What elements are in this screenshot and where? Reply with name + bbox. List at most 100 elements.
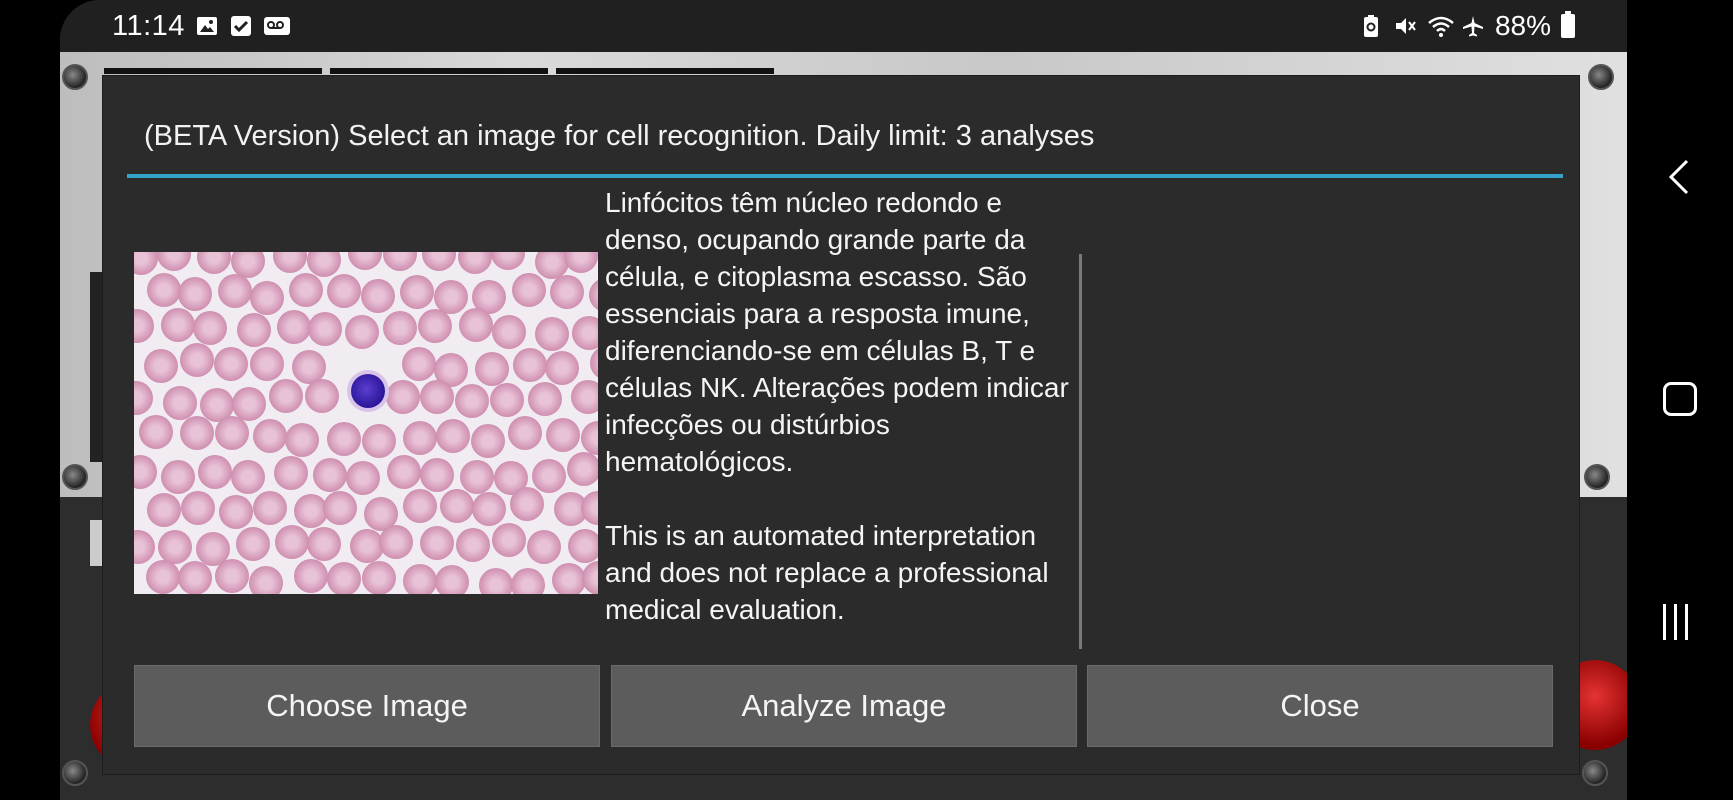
red-blood-cell	[362, 424, 397, 459]
lymphocyte-cell	[351, 374, 385, 408]
screw-icon	[62, 64, 88, 90]
red-blood-cell	[403, 563, 438, 594]
red-blood-cell	[180, 415, 215, 450]
red-blood-cell	[146, 560, 180, 594]
text-scrollbar[interactable]	[1079, 254, 1082, 649]
screw-icon	[1582, 760, 1608, 786]
status-time: 11:14	[112, 9, 185, 42]
battery-level: 88%	[1494, 10, 1551, 41]
red-blood-cell	[492, 523, 527, 558]
red-blood-cell	[163, 385, 198, 420]
red-blood-cell	[144, 349, 179, 384]
red-blood-cell	[198, 455, 233, 490]
red-blood-cell	[138, 415, 173, 449]
red-blood-cell	[134, 380, 154, 415]
red-blood-cell	[419, 458, 454, 493]
back-icon[interactable]	[1659, 155, 1699, 199]
screw-icon	[62, 760, 88, 786]
wifi-icon	[1427, 14, 1454, 38]
mute-icon	[1393, 14, 1417, 38]
red-blood-cell	[511, 273, 546, 308]
red-blood-cell	[421, 252, 456, 271]
red-blood-cell	[472, 492, 506, 527]
app-tab[interactable]	[104, 68, 322, 74]
red-blood-cell	[160, 307, 195, 342]
red-blood-cell	[532, 459, 567, 494]
red-blood-cell	[252, 419, 287, 454]
red-blood-cell	[490, 252, 525, 270]
app-tab[interactable]	[330, 68, 548, 74]
red-blood-cell	[454, 383, 489, 418]
red-blood-cell	[134, 252, 158, 275]
red-blood-cell	[564, 252, 598, 274]
red-blood-cell	[253, 491, 288, 526]
red-blood-cell	[285, 422, 320, 457]
red-blood-cell	[272, 252, 307, 274]
red-blood-cell	[588, 277, 598, 312]
red-blood-cell	[231, 459, 266, 494]
red-blood-cell	[275, 524, 310, 559]
red-blood-cell	[134, 309, 155, 344]
red-blood-cell	[403, 421, 438, 456]
red-blood-cell	[218, 494, 253, 529]
red-blood-cell	[193, 311, 228, 346]
red-blood-cell	[581, 421, 598, 455]
cell-recognition-dialog: (BETA Version) Select an image for cell …	[102, 75, 1580, 775]
red-blood-cell	[382, 252, 417, 272]
red-blood-cell	[459, 460, 494, 495]
choose-image-button[interactable]: Choose Image	[134, 665, 600, 747]
red-blood-cell	[197, 252, 232, 275]
red-blood-cell	[273, 455, 308, 490]
voicemail-icon	[263, 14, 290, 38]
red-blood-cell	[567, 528, 598, 563]
red-blood-cell	[250, 346, 285, 381]
red-blood-cell	[572, 315, 598, 350]
app-tab[interactable]	[556, 68, 774, 74]
red-blood-cell	[345, 460, 380, 495]
red-blood-cell	[313, 457, 348, 492]
red-blood-cell	[178, 276, 213, 311]
red-blood-cell	[214, 346, 249, 381]
red-blood-cell	[386, 380, 421, 415]
red-blood-cell	[456, 528, 491, 563]
red-blood-cell	[236, 313, 271, 348]
red-blood-cell	[134, 454, 158, 489]
red-blood-cell	[386, 455, 421, 490]
analyze-image-button[interactable]: Analyze Image	[611, 665, 1077, 747]
red-blood-cell	[526, 530, 561, 565]
red-blood-cell	[567, 451, 598, 486]
status-right: 88%	[1359, 10, 1575, 42]
red-blood-cell	[545, 418, 580, 453]
red-blood-cell	[326, 422, 361, 457]
red-blood-cell	[304, 379, 339, 414]
red-blood-cell	[214, 559, 249, 594]
title-divider	[127, 174, 1563, 178]
blood-smear-image	[134, 252, 598, 594]
red-blood-cell	[327, 561, 362, 594]
red-blood-cell	[459, 308, 494, 343]
status-bar: 11:14 88%	[60, 0, 1627, 52]
close-button[interactable]: Close	[1087, 665, 1553, 747]
red-blood-cell	[552, 563, 587, 594]
red-blood-cell	[215, 416, 250, 451]
red-blood-cell	[510, 487, 545, 522]
red-blood-cell	[235, 526, 270, 561]
checkbox-icon	[229, 14, 253, 38]
red-blood-cell	[146, 272, 181, 307]
dialog-title: (BETA Version) Select an image for cell …	[144, 120, 1095, 152]
recents-icon[interactable]	[1663, 604, 1688, 640]
red-blood-cell	[528, 381, 563, 416]
screw-icon	[1588, 64, 1614, 90]
red-blood-cell	[327, 274, 362, 309]
red-blood-cell	[491, 314, 526, 349]
red-blood-cell	[345, 315, 380, 350]
red-blood-cell	[417, 309, 452, 344]
red-blood-cell	[249, 566, 284, 594]
airplane-icon	[1461, 14, 1485, 38]
home-icon[interactable]	[1663, 382, 1697, 416]
red-blood-cell	[157, 252, 192, 272]
screw-icon	[1584, 464, 1610, 490]
red-blood-cell	[179, 343, 214, 378]
analysis-result-text: Linfócitos têm núcleo redondo e denso, o…	[605, 184, 1085, 674]
red-blood-cell	[470, 423, 505, 458]
